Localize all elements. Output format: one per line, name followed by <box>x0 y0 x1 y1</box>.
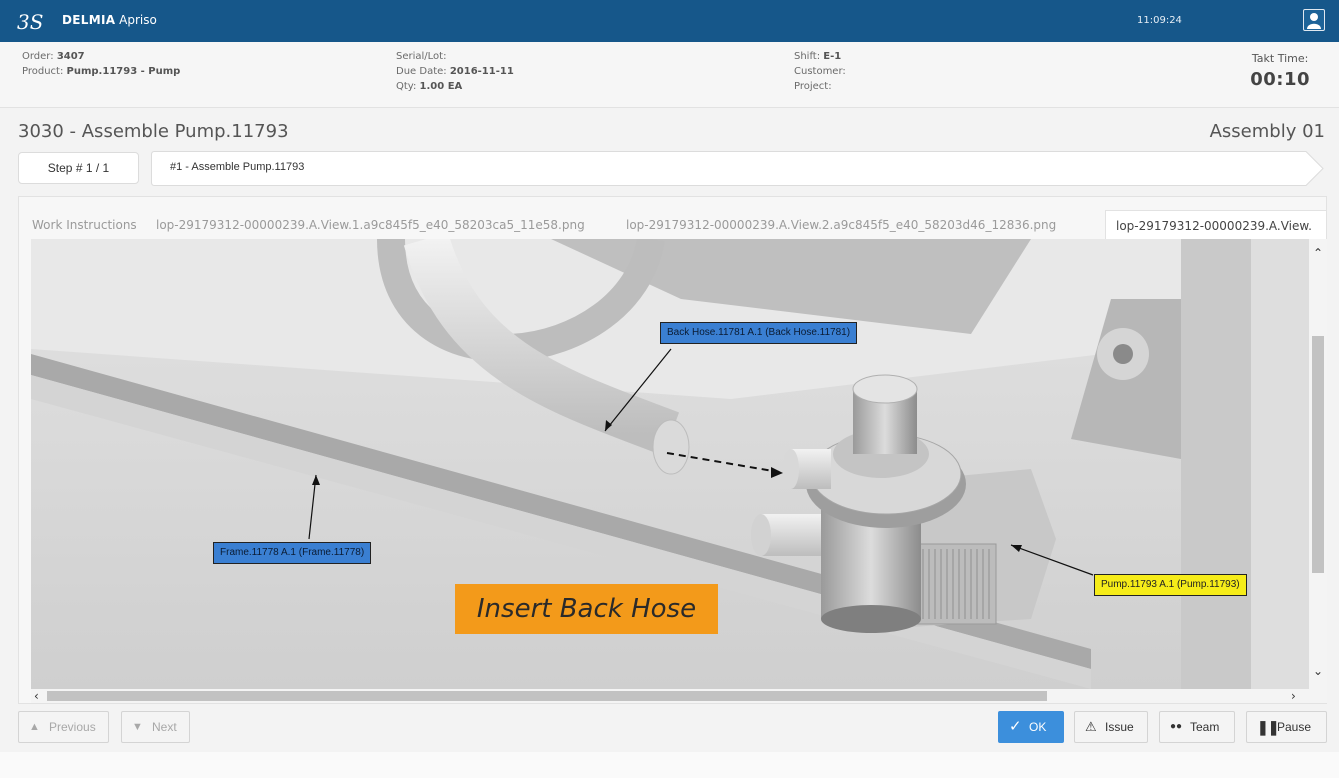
takt-time: Takt Time: 00:10 <box>1250 52 1310 90</box>
tab-view-1[interactable]: lop-29179312-00000239.A.View.1.a9c845f5_… <box>156 210 585 240</box>
user-profile-button[interactable] <box>1303 9 1325 31</box>
pause-icon: ❚❚ <box>1257 719 1279 735</box>
vertical-scrollbar-thumb[interactable] <box>1312 336 1324 573</box>
3ds-logo-icon: 3S <box>17 10 43 34</box>
triangle-down-icon: ▼ <box>132 721 143 733</box>
scroll-up-icon[interactable]: ⌃ <box>1313 247 1323 259</box>
warning-icon: ⚠ <box>1085 719 1097 734</box>
triangle-up-icon: ▲ <box>29 721 40 733</box>
instruction-banner: Insert Back Hose <box>455 584 718 634</box>
step-name: #1 - Assemble Pump.11793 <box>170 161 305 173</box>
issue-button[interactable]: ⚠ Issue <box>1074 711 1148 743</box>
team-button[interactable]: ●● Team <box>1159 711 1235 743</box>
clock: 11:09:24 <box>1137 15 1182 26</box>
app-header-bar: 3S DELMIA Apriso 11:09:24 <box>0 0 1339 42</box>
product-line: Product: Pump.11793 - Pump <box>22 66 181 77</box>
station-name: Assembly 01 <box>1209 121 1325 142</box>
scroll-right-icon[interactable]: › <box>1291 690 1296 702</box>
callout-back-hose: Back Hose.11781 A.1 (Back Hose.11781) <box>660 322 858 344</box>
serial-lot-line: Serial/Lot: <box>396 51 447 62</box>
project-line: Project: <box>794 81 832 92</box>
ok-button[interactable]: ✓ OK <box>998 711 1064 743</box>
svg-text:3S: 3S <box>17 10 43 34</box>
callout-frame: Frame.11778 A.1 (Frame.11778) <box>213 542 372 564</box>
scroll-down-icon[interactable]: ⌄ <box>1313 665 1323 677</box>
due-date-line: Due Date: 2016-11-11 <box>396 66 514 77</box>
callout-pump: Pump.11793 A.1 (Pump.11793) <box>1094 574 1247 596</box>
tab-view-2[interactable]: lop-29179312-00000239.A.View.2.a9c845f5_… <box>626 210 1056 240</box>
step-counter[interactable]: Step # 1 / 1 <box>18 152 139 184</box>
shift-line: Shift: E-1 <box>794 51 842 62</box>
tab-bar: Work Instructions lop-29179312-00000239.… <box>18 210 1327 240</box>
step-arrow-shape[interactable] <box>151 151 1325 186</box>
previous-button[interactable]: ▲ Previous <box>18 711 109 743</box>
tab-view-3[interactable]: lop-29179312-00000239.A.View. <box>1105 210 1327 240</box>
next-button[interactable]: ▼ Next <box>121 711 190 743</box>
takt-time-label: Takt Time: <box>1251 52 1309 65</box>
operation-title: 3030 - Assemble Pump.11793 <box>18 121 289 142</box>
horizontal-scrollbar-thumb[interactable] <box>47 691 1047 701</box>
qty-line: Qty: 1.00 EA <box>396 81 463 92</box>
image-viewer[interactable]: Back Hose.11781 A.1 (Back Hose.11781) Fr… <box>31 239 1327 703</box>
pause-button[interactable]: ❚❚ Pause <box>1246 711 1327 743</box>
tab-work-instructions[interactable]: Work Instructions <box>32 210 137 240</box>
takt-time-value: 00:10 <box>1250 69 1310 90</box>
scroll-left-icon[interactable]: ‹ <box>34 690 39 702</box>
footer-area <box>0 752 1339 778</box>
checkmark-icon: ✓ <box>1009 718 1022 735</box>
order-info-panel: Order: 3407 Product: Pump.11793 - Pump S… <box>0 42 1339 108</box>
team-icon: ●● <box>1170 721 1183 732</box>
customer-line: Customer: <box>794 66 846 77</box>
user-icon <box>1307 13 1321 29</box>
order-line: Order: 3407 <box>22 51 85 62</box>
app-title: DELMIA Apriso <box>62 13 157 27</box>
